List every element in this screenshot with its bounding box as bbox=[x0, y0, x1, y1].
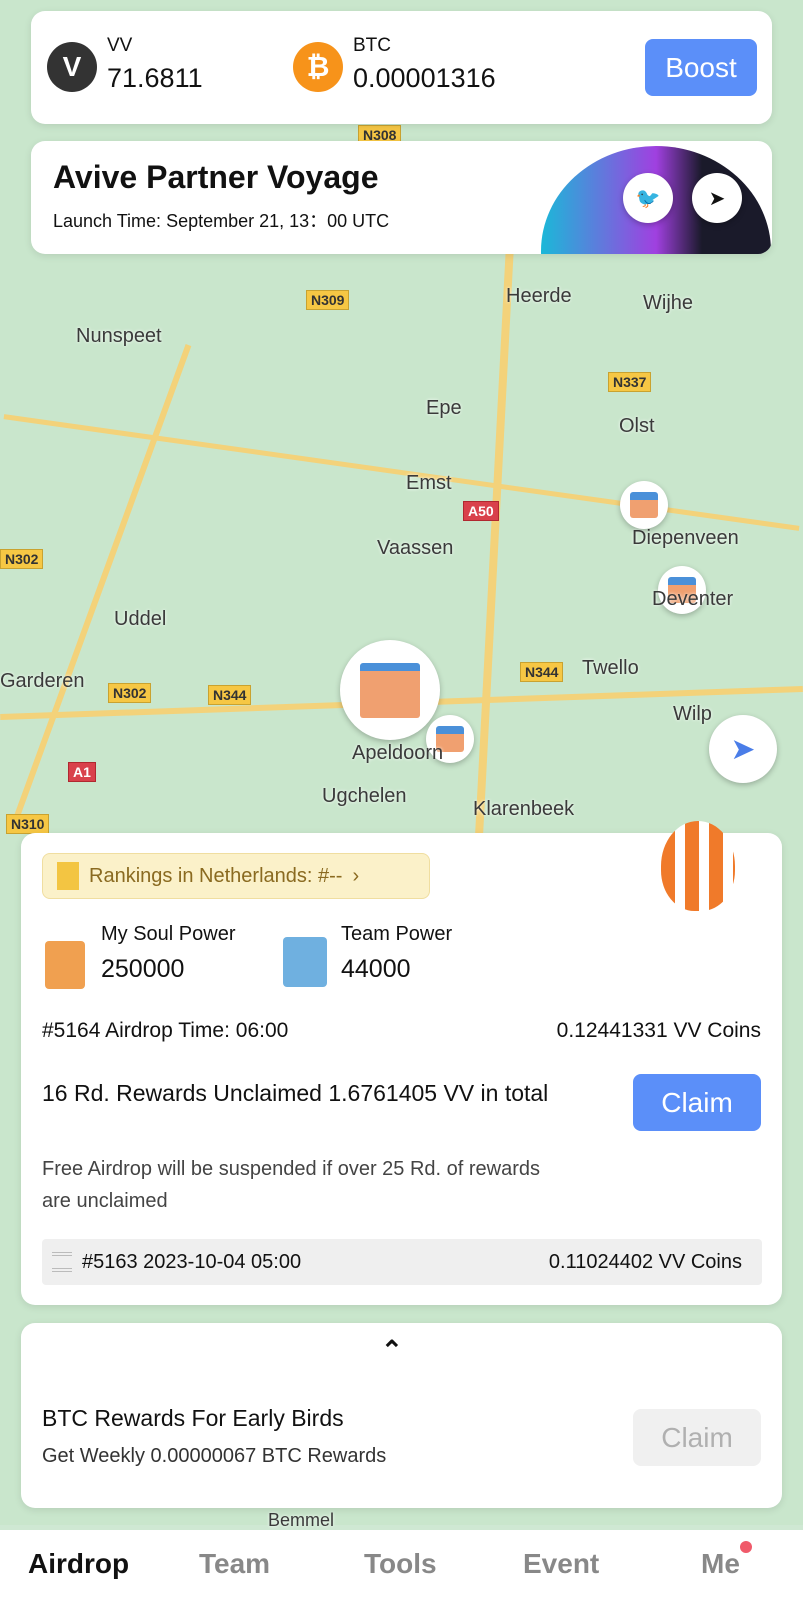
trophy-icon bbox=[57, 862, 79, 890]
tab-airdrop[interactable]: Airdrop bbox=[28, 1548, 129, 1580]
balance-card: V VV 71.6811 ₿ BTC 0.00001316 Boost bbox=[31, 11, 772, 124]
next-airdrop-time: #5164 Airdrop Time: 06:00 bbox=[42, 1019, 289, 1042]
map-label: Klarenbeek bbox=[473, 798, 575, 820]
tab-tools[interactable]: Tools bbox=[364, 1548, 437, 1580]
vv-coin-icon: V bbox=[47, 42, 97, 92]
soul-power-value: 250000 bbox=[101, 955, 185, 983]
road-shield: N302 bbox=[0, 549, 44, 569]
notification-badge bbox=[740, 1541, 752, 1553]
tab-team[interactable]: Team bbox=[199, 1548, 270, 1580]
rankings-label: Rankings in Netherlands: #-- bbox=[89, 864, 343, 887]
airdrop-panel: Rankings in Netherlands: #-- › My Soul P… bbox=[21, 821, 782, 1305]
airdrop-history-row[interactable]: #5163 2023-10-04 05:00 0.11024402 VV Coi… bbox=[42, 1239, 762, 1285]
hot-air-balloon-icon bbox=[661, 821, 735, 911]
road-shield: N302 bbox=[108, 683, 152, 703]
map-label: Emst bbox=[406, 472, 452, 494]
vv-balance: 71.6811 bbox=[107, 63, 203, 93]
map-label: Bemmel bbox=[268, 1510, 335, 1530]
btc-label: BTC bbox=[353, 35, 391, 56]
map-label: Wilp bbox=[673, 703, 712, 725]
road bbox=[14, 344, 192, 816]
twitter-icon[interactable]: 🐦 bbox=[623, 173, 673, 223]
chevron-right-icon: › bbox=[352, 864, 360, 887]
shop-icon bbox=[629, 491, 659, 519]
map-label: Vaassen bbox=[377, 537, 454, 559]
shop-marker[interactable] bbox=[620, 481, 668, 529]
city-icon bbox=[283, 937, 327, 987]
map-label: Garderen bbox=[0, 670, 85, 692]
claim-button[interactable]: Claim bbox=[633, 1074, 761, 1131]
btc-rewards-title: BTC Rewards For Early Birds bbox=[42, 1405, 344, 1431]
road-shield: A1 bbox=[68, 762, 96, 782]
rankings-button[interactable]: Rankings in Netherlands: #-- › bbox=[42, 853, 430, 899]
locate-me-button[interactable]: ➤ bbox=[709, 715, 777, 783]
telegram-icon[interactable]: ➤ bbox=[692, 173, 742, 223]
navigation-arrow-icon: ➤ bbox=[730, 732, 756, 766]
map-label: Heerde bbox=[506, 285, 572, 307]
team-power-value: 44000 bbox=[341, 955, 411, 983]
btc-coin-icon: ₿ bbox=[293, 42, 343, 92]
banner-title: Avive Partner Voyage bbox=[53, 159, 379, 195]
soul-power-label: My Soul Power bbox=[101, 923, 236, 945]
tab-event[interactable]: Event bbox=[523, 1548, 599, 1580]
map-label: Epe bbox=[426, 397, 462, 419]
tab-me[interactable]: Me bbox=[701, 1548, 740, 1580]
road bbox=[474, 250, 514, 850]
partner-voyage-banner[interactable]: Avive Partner Voyage Launch Time: Septem… bbox=[31, 141, 772, 254]
vv-label: VV bbox=[107, 35, 133, 56]
unclaimed-rewards: 16 Rd. Rewards Unclaimed 1.6761405 VV in… bbox=[42, 1080, 549, 1106]
next-airdrop-amount: 0.12441331 VV Coins bbox=[556, 1019, 761, 1042]
map-label: Wijhe bbox=[643, 292, 694, 314]
list-icon bbox=[52, 1252, 72, 1272]
road-shield: N344 bbox=[520, 662, 564, 682]
chevron-up-icon[interactable]: ⌃ bbox=[381, 1335, 403, 1366]
map-label: Ugchelen bbox=[322, 785, 407, 807]
map-label: Olst bbox=[619, 415, 655, 437]
road-shield: N309 bbox=[306, 290, 350, 310]
building-icon bbox=[45, 941, 85, 989]
road-shield: A50 bbox=[463, 501, 499, 521]
boost-button[interactable]: Boost bbox=[645, 39, 757, 96]
banner-subtitle: Launch Time: September 21, 13：00 UTC bbox=[53, 211, 390, 231]
map-label: Nunspeet bbox=[76, 325, 162, 347]
btc-balance: 0.00001316 bbox=[353, 63, 496, 93]
map-label: Apeldoorn bbox=[352, 742, 444, 764]
btc-rewards-panel: ⌃ BTC Rewards For Early Birds Get Weekly… bbox=[21, 1323, 782, 1508]
suspension-warning: Free Airdrop will be suspended if over 2… bbox=[42, 1158, 541, 1212]
shop-marker[interactable] bbox=[340, 640, 440, 740]
btc-claim-button[interactable]: Claim bbox=[633, 1409, 761, 1466]
map-label: Diepenveen bbox=[632, 527, 739, 549]
shop-icon bbox=[360, 662, 420, 718]
map-label: Uddel bbox=[114, 608, 167, 630]
road-shield: N310 bbox=[6, 814, 50, 834]
map-label: Twello bbox=[582, 657, 639, 679]
history-amount: 0.11024402 VV Coins bbox=[548, 1250, 742, 1273]
history-round: #5163 2023-10-04 05:00 bbox=[82, 1250, 302, 1273]
map-label: Deventer bbox=[652, 588, 734, 610]
road-shield: N344 bbox=[208, 685, 252, 705]
team-power-label: Team Power bbox=[341, 923, 453, 945]
road-shield: N337 bbox=[608, 372, 652, 392]
btc-rewards-subtitle: Get Weekly 0.00000067 BTC Rewards bbox=[42, 1445, 387, 1467]
